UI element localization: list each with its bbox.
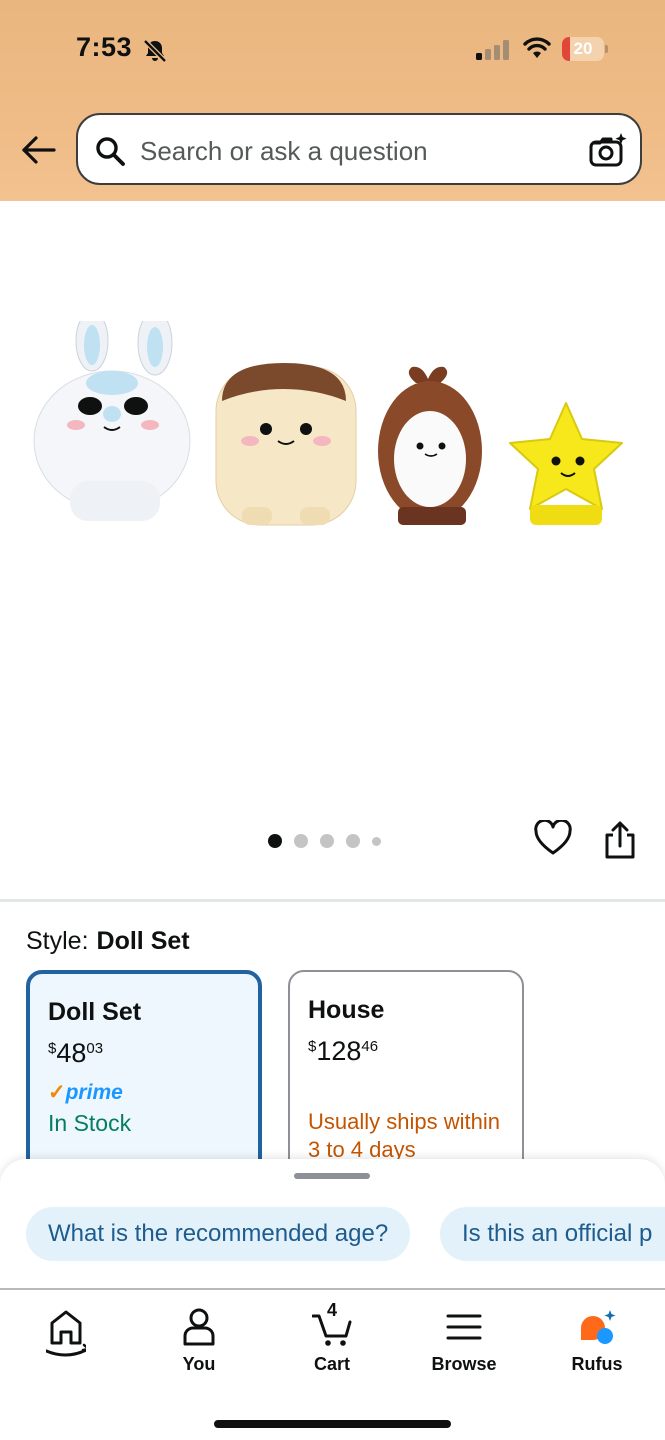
search-icon <box>96 137 125 166</box>
cream-figure <box>215 363 357 526</box>
bell-slash-icon <box>143 39 167 63</box>
nav-label: Cart <box>313 1354 350 1374</box>
battery-icon: 20 <box>562 37 608 61</box>
suggestion-chip[interactable]: What is the recommended age? <box>26 1207 411 1261</box>
style-label: Style: Doll Set <box>26 927 190 956</box>
carousel-dot[interactable] <box>268 834 282 848</box>
rufus-icon <box>581 1310 616 1344</box>
bunny-figure <box>33 321 191 521</box>
bottom-nav: You 4 Cart Browse Rufus <box>0 1288 665 1440</box>
search-input[interactable]: Search or ask a question <box>140 136 428 167</box>
nav-label: Browse <box>431 1354 497 1374</box>
top-header: 7:53 20 Search or ask a question <box>0 0 665 201</box>
camera-sparkle-icon[interactable] <box>588 131 628 169</box>
variant-house[interactable]: House $12846 Usually ships within 3 to 4… <box>288 970 524 1190</box>
nav-cart[interactable]: 4 Cart <box>282 1300 382 1384</box>
brown-figure <box>378 366 482 525</box>
person-icon <box>183 1308 215 1346</box>
variant-doll-set[interactable]: Doll Set $4803 ✓prime In Stock <box>26 970 262 1190</box>
variant-price: $4803 <box>48 1038 104 1068</box>
rufus-suggestions-sheet: What is the recommended age? Is this an … <box>0 1159 665 1289</box>
status-time: 7:53 <box>76 32 133 62</box>
share-icon[interactable] <box>602 820 638 860</box>
shipping-text: Usually ships within 3 to 4 days <box>308 1109 500 1162</box>
prime-badge: ✓prime <box>48 1081 123 1104</box>
product-image[interactable] <box>0 201 665 801</box>
home-icon <box>46 1310 86 1357</box>
nav-home[interactable] <box>16 1304 116 1384</box>
sheet-grabber[interactable] <box>294 1173 370 1179</box>
nav-browse[interactable]: Browse <box>414 1304 514 1384</box>
nav-label: You <box>182 1354 216 1374</box>
home-indicator <box>214 1420 451 1428</box>
image-carousel-dots[interactable] <box>268 831 381 851</box>
menu-icon <box>446 1314 482 1340</box>
availability-text: In Stock <box>48 1110 132 1136</box>
variant-name: House <box>308 996 385 1024</box>
section-divider <box>0 899 665 902</box>
battery-level: 20 <box>573 39 593 58</box>
nav-label: Rufus <box>571 1354 623 1374</box>
star-figure <box>509 402 623 525</box>
cart-count: 4 <box>326 1300 337 1320</box>
cellular-signal-icon <box>476 40 509 60</box>
carousel-dot[interactable] <box>294 834 308 848</box>
carousel-dot[interactable] <box>320 834 334 848</box>
product-figures <box>33 321 623 526</box>
search-bar[interactable]: Search or ask a question <box>76 113 642 185</box>
arrow-left-icon[interactable] <box>18 130 58 170</box>
wifi-icon <box>523 37 551 58</box>
status-bar: 7:53 20 <box>0 0 665 100</box>
style-label-key: Style: <box>26 927 89 955</box>
style-selected-value: Doll Set <box>96 927 190 955</box>
heart-icon[interactable] <box>534 820 572 858</box>
nav-you[interactable]: You <box>149 1304 249 1384</box>
variant-name: Doll Set <box>48 998 142 1026</box>
carousel-dot[interactable] <box>372 836 381 846</box>
nav-rufus[interactable]: Rufus <box>547 1304 647 1384</box>
variant-price: $12846 <box>308 1036 379 1066</box>
suggestion-chip[interactable]: Is this an official p <box>440 1207 665 1261</box>
carousel-dot[interactable] <box>346 834 360 848</box>
